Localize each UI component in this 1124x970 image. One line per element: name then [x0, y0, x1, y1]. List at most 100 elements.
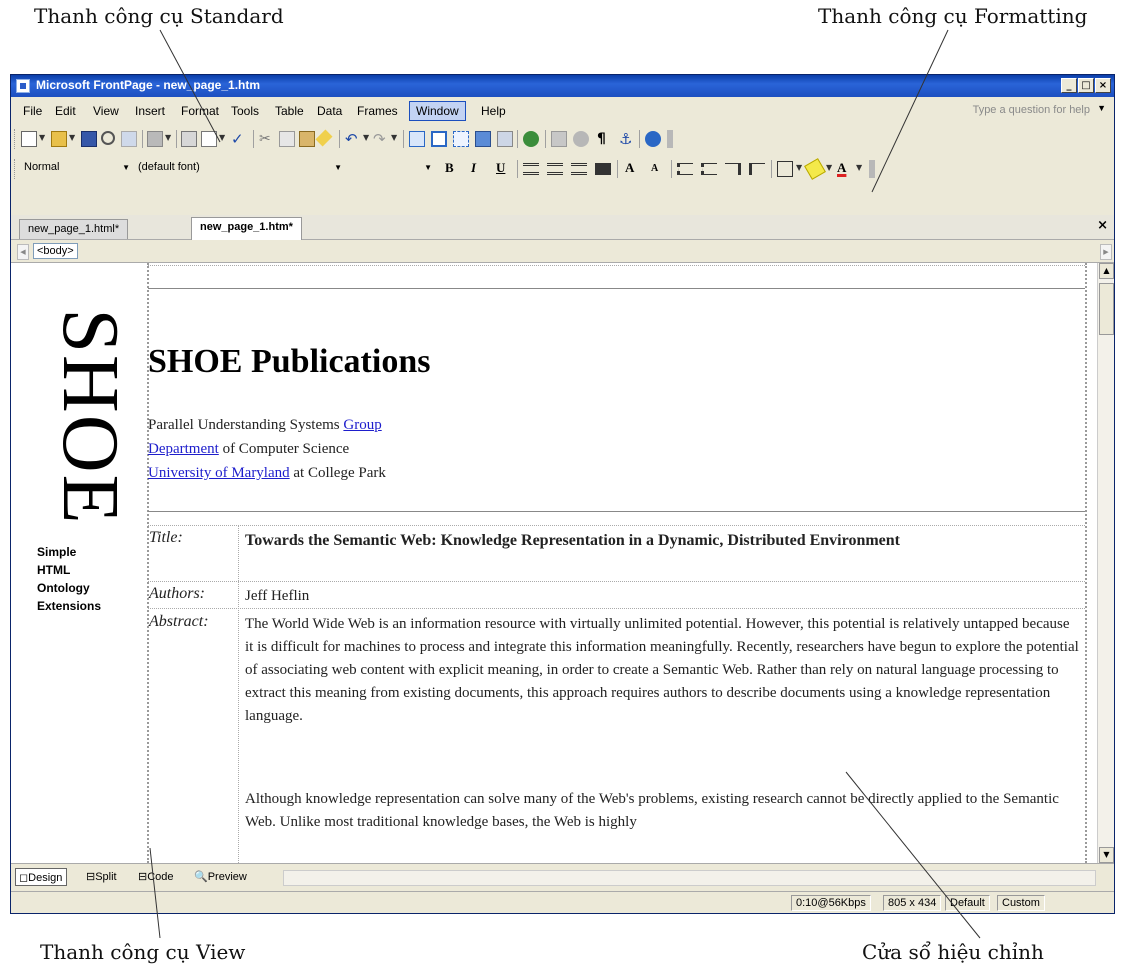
view-split-button[interactable]: ⊟Split [83, 868, 121, 886]
scroll-down-icon[interactable]: ▼ [1099, 847, 1114, 863]
close-window-button[interactable]: × [1095, 78, 1111, 93]
menu-window[interactable]: Window [409, 101, 466, 121]
underline-button[interactable]: U [496, 160, 505, 176]
anchor-icon[interactable]: ⚓ [619, 131, 635, 147]
highlight-icon[interactable] [804, 158, 826, 180]
borders-dropdown-icon[interactable]: ▼ [796, 163, 802, 172]
toolbar-options-icon[interactable] [667, 130, 673, 148]
affiliation-text: of Computer Science [218, 441, 350, 457]
numbered-list-icon[interactable] [677, 163, 693, 175]
menu-table[interactable]: Table [275, 104, 304, 118]
save-icon[interactable] [81, 131, 97, 147]
insert-layer-icon[interactable] [453, 131, 469, 147]
menu-format[interactable]: Format [181, 104, 219, 118]
formatting-options-icon[interactable] [869, 160, 875, 178]
bold-button[interactable]: B [445, 160, 454, 176]
help-dropdown-icon[interactable]: ▼ [1097, 103, 1106, 113]
title-label: Title: [149, 529, 183, 546]
decrease-indent-icon[interactable] [725, 163, 741, 175]
group-link[interactable]: Group [343, 417, 381, 433]
preview-dropdown-icon[interactable]: ▼ [219, 133, 225, 142]
web-component-icon[interactable] [409, 131, 425, 147]
new-dropdown-icon[interactable]: ▼ [39, 133, 45, 142]
bullet-list-icon[interactable] [701, 163, 717, 175]
menu-help[interactable]: Help [481, 104, 506, 118]
scroll-thumb[interactable] [1099, 283, 1114, 335]
department-link[interactable]: Department [148, 441, 219, 457]
frontpage-app-icon [16, 79, 30, 93]
menu-view[interactable]: View [93, 104, 119, 118]
design-canvas[interactable]: SHOE Simple HTML Ontology Extensions SHO… [11, 263, 1097, 863]
paper-title: Towards the Semantic Web: Knowledge Repr… [245, 532, 900, 549]
window-title: Microsoft FrontPage - new_page_1.htm [36, 78, 261, 92]
close-document-button[interactable]: × [1097, 218, 1108, 233]
tag-scroll-left-icon[interactable]: ◀ [17, 244, 29, 260]
menu-file[interactable]: File [23, 104, 42, 118]
increase-indent-icon[interactable] [749, 163, 765, 175]
open-folder-icon[interactable] [51, 131, 67, 147]
borders-icon[interactable] [777, 161, 793, 177]
redo-icon[interactable]: ↷ [373, 131, 389, 147]
view-design-label: Design [28, 872, 63, 884]
paste-icon[interactable] [299, 131, 315, 147]
copy-icon[interactable] [279, 131, 295, 147]
menu-edit[interactable]: Edit [55, 104, 76, 118]
horizontal-scrollbar[interactable] [283, 870, 1096, 886]
help-search-box[interactable]: Type a question for help [973, 104, 1090, 116]
view-code-button[interactable]: ⊟Code [135, 868, 178, 886]
scroll-up-icon[interactable]: ▲ [1099, 263, 1114, 279]
italic-button[interactable]: I [471, 160, 476, 176]
undo-dropdown-icon[interactable]: ▼ [363, 133, 369, 142]
hyperlink-icon[interactable] [523, 131, 539, 147]
font-select[interactable]: (default font) ▼ [135, 160, 345, 178]
undo-icon[interactable]: ↶ [345, 131, 361, 147]
restore-button[interactable]: □ [1078, 78, 1094, 93]
font-size-select[interactable]: ▼ [349, 160, 435, 178]
menu-insert[interactable]: Insert [135, 104, 165, 118]
font-color-button[interactable]: A [837, 160, 846, 176]
university-link[interactable]: University of Maryland [148, 465, 290, 481]
menu-frames[interactable]: Frames [357, 104, 398, 118]
font-color-dropdown-icon[interactable]: ▼ [856, 163, 862, 172]
view-design-button[interactable]: ◻Design [15, 868, 68, 886]
justify-icon[interactable] [595, 163, 611, 175]
cut-icon[interactable]: ✂ [259, 131, 275, 147]
shrink-font-button[interactable]: A [651, 163, 658, 174]
callout-editor-window: Cửa sổ hiệu chỉnh [862, 940, 1044, 964]
refresh-icon[interactable] [551, 131, 567, 147]
redo-dropdown-icon[interactable]: ▼ [391, 133, 397, 142]
tag-scroll-right-icon[interactable]: ▶ [1100, 244, 1112, 260]
vertical-scrollbar[interactable]: ▲ ▼ [1097, 263, 1114, 863]
insert-picture-icon[interactable] [475, 131, 491, 147]
highlight-dropdown-icon[interactable]: ▼ [826, 163, 832, 172]
tab-new-page-html[interactable]: new_page_1.html* [19, 219, 129, 239]
body-tag-button[interactable]: <body> [33, 243, 78, 259]
preview-icon[interactable] [201, 131, 217, 147]
show-all-icon[interactable]: ¶ [597, 131, 613, 147]
spelling-icon[interactable]: ✓ [231, 131, 247, 147]
pane-dropdown-icon[interactable]: ▼ [165, 133, 171, 142]
format-painter-icon[interactable] [315, 129, 333, 147]
style-select[interactable]: Normal ▼ [21, 160, 133, 178]
search-icon[interactable] [101, 131, 115, 145]
new-page-icon[interactable] [21, 131, 37, 147]
logo-word-simple: Simple [37, 545, 77, 559]
view-preview-button[interactable]: 🔍Preview [191, 868, 251, 886]
callout-view-toolbar: Thanh công cụ View [40, 940, 246, 964]
align-center-icon[interactable] [547, 163, 563, 175]
minimize-button[interactable]: _ [1061, 78, 1077, 93]
print-icon[interactable] [181, 131, 197, 147]
drawing-icon[interactable] [497, 131, 513, 147]
open-dropdown-icon[interactable]: ▼ [69, 133, 75, 142]
insert-table-icon[interactable] [431, 131, 447, 147]
menu-tools[interactable]: Tools [231, 104, 259, 118]
stop-icon[interactable] [573, 131, 589, 147]
menu-data[interactable]: Data [317, 104, 342, 118]
grow-font-button[interactable]: A [625, 160, 634, 176]
tab-new-page-htm[interactable]: new_page_1.htm* [191, 217, 302, 240]
help-icon[interactable] [645, 131, 661, 147]
toggle-pane-icon[interactable] [147, 131, 163, 147]
align-right-icon[interactable] [571, 163, 587, 175]
align-left-icon[interactable] [523, 163, 539, 175]
publish-icon[interactable] [121, 131, 137, 147]
